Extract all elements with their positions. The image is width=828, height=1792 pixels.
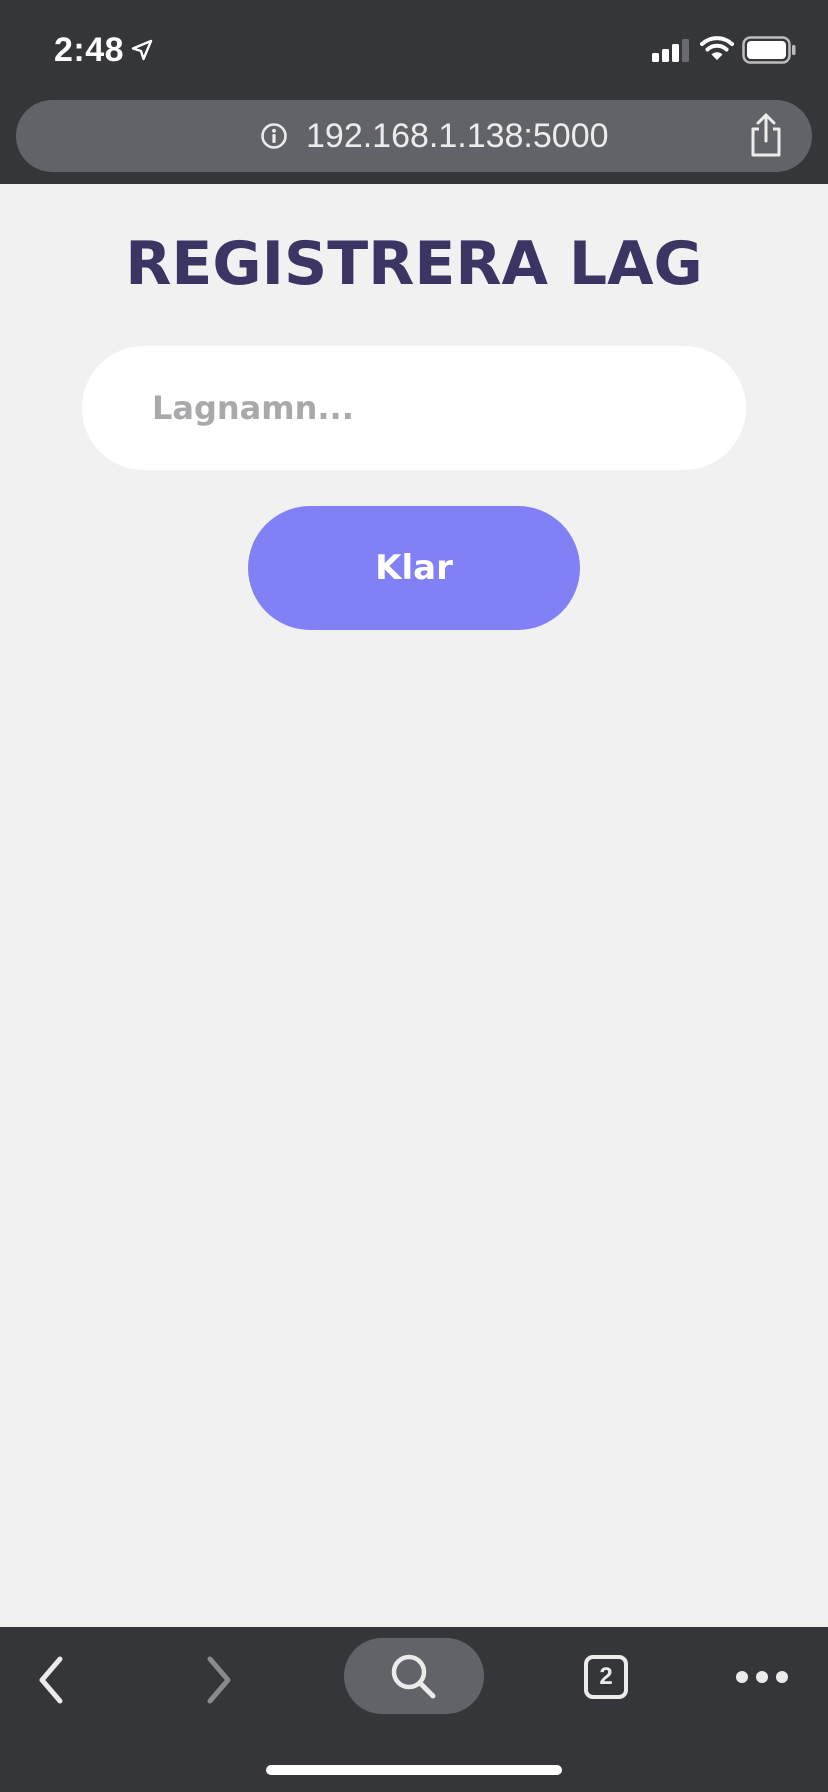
- share-icon[interactable]: [746, 112, 786, 158]
- url-text[interactable]: 192.168.1.138:5000: [306, 100, 609, 172]
- status-time: 2:48: [54, 31, 125, 69]
- page-title: REGISTRERA LAG: [125, 229, 703, 299]
- home-indicator: [266, 1765, 562, 1775]
- tab-count: 2: [599, 1663, 613, 1690]
- wifi-icon: [700, 36, 734, 60]
- browser-bottom-toolbar: 2: [0, 1627, 828, 1792]
- forward-icon[interactable]: [196, 1651, 242, 1709]
- battery-icon: [742, 36, 796, 64]
- back-icon[interactable]: [30, 1651, 76, 1709]
- location-arrow-icon: [131, 39, 153, 61]
- search-icon[interactable]: [388, 1652, 440, 1702]
- browser-top-bar: 2:48 192.168.1.138:5000: [0, 0, 828, 184]
- search-button[interactable]: [344, 1638, 484, 1714]
- info-icon[interactable]: [260, 122, 288, 150]
- cellular-signal-icon: [652, 39, 689, 62]
- tabs-button[interactable]: 2: [584, 1655, 628, 1699]
- team-name-input[interactable]: [82, 346, 746, 470]
- more-icon[interactable]: [734, 1667, 790, 1687]
- done-button[interactable]: Klar: [248, 506, 580, 630]
- address-bar[interactable]: 192.168.1.138:5000: [16, 100, 812, 172]
